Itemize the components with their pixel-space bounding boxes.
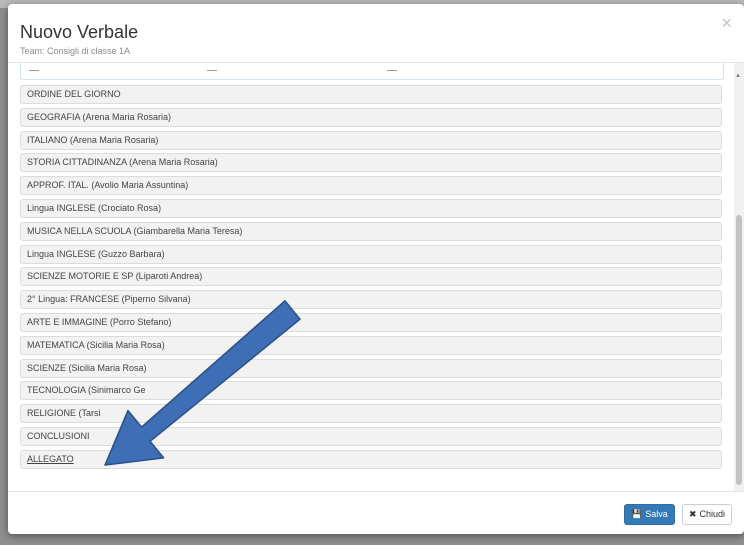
floppy-disk-icon: 💾 <box>631 509 643 519</box>
section-item-tecnologia[interactable]: TECNOLOGIA (Sinimarco Ge <box>20 381 722 401</box>
close-button-label: Chiudi <box>699 509 726 519</box>
section-item-scienze[interactable]: SCIENZE (Sicilia Maria Rosa) <box>20 358 722 378</box>
scrollbar-thumb[interactable] <box>736 215 742 485</box>
section-item-approf-ital[interactable]: APPROF. ITAL. (Avolio Maria Assuntina) <box>20 176 722 196</box>
section-item-italiano[interactable]: ITALIANO (Arena Maria Rosaria) <box>20 130 722 150</box>
section-item-musica[interactable]: MUSICA NELLA SCUOLA (Giambarella Maria T… <box>20 221 722 241</box>
modal-footer: 💾 Salva ✖ Chiudi <box>8 491 744 534</box>
section-item-francese[interactable]: 2° Lingua: FRANCESE (Piperno Silvana) <box>20 290 722 310</box>
section-item-inglese-guzzo[interactable]: Lingua INGLESE (Guzzo Barbara) <box>20 244 722 264</box>
section-item-religione[interactable]: RELIGIONE (Tarsi <box>20 404 722 424</box>
new-minutes-modal: Nuovo Verbale Team: Consigli di classe 1… <box>8 4 744 534</box>
save-button-label: Salva <box>645 509 668 519</box>
vertical-scrollbar[interactable]: ▲ <box>734 63 744 491</box>
section-item-inglese-crociato[interactable]: Lingua INGLESE (Crociato Rosa) <box>20 198 722 218</box>
section-item-conclusioni[interactable]: CONCLUSIONI <box>20 426 722 446</box>
close-icon[interactable]: × <box>721 14 732 32</box>
scroll-up-arrow-icon[interactable]: ▲ <box>735 73 741 79</box>
modal-title: Nuovo Verbale <box>20 22 139 42</box>
section-item-arte-immagine[interactable]: ARTE E IMMAGINE (Porro Stefano) <box>20 312 722 332</box>
section-item-allegato[interactable]: ALLEGATO <box>20 449 722 469</box>
close-button[interactable]: ✖ Chiudi <box>682 504 733 525</box>
section-item-scienze-motorie[interactable]: SCIENZE MOTORIE E SP (Liparoti Andrea) <box>20 267 722 287</box>
toolbar-dash <box>207 70 217 71</box>
section-item-storia-cittadinanza[interactable]: STORIA CITTADINANZA (Arena Maria Rosaria… <box>20 153 722 173</box>
toolbar-dash <box>29 70 39 71</box>
previous-section-box <box>20 63 724 80</box>
x-icon: ✖ <box>689 509 697 519</box>
section-item-ordine-del-giorno[interactable]: ORDINE DEL GIORNO <box>20 85 722 104</box>
modal-header: Nuovo Verbale Team: Consigli di classe 1… <box>8 4 744 63</box>
modal-subtitle: Team: Consigli di classe 1A <box>20 46 131 56</box>
sections-list: ORDINE DEL GIORNO GEOGRAFIA (Arena Maria… <box>20 85 722 473</box>
section-item-geografia[interactable]: GEOGRAFIA (Arena Maria Rosaria) <box>20 107 722 127</box>
toolbar-dash <box>387 70 397 71</box>
modal-body: ORDINE DEL GIORNO GEOGRAFIA (Arena Maria… <box>8 63 744 491</box>
section-item-matematica[interactable]: MATEMATICA (Sicilia Maria Rosa) <box>20 335 722 355</box>
save-button[interactable]: 💾 Salva <box>624 504 675 525</box>
